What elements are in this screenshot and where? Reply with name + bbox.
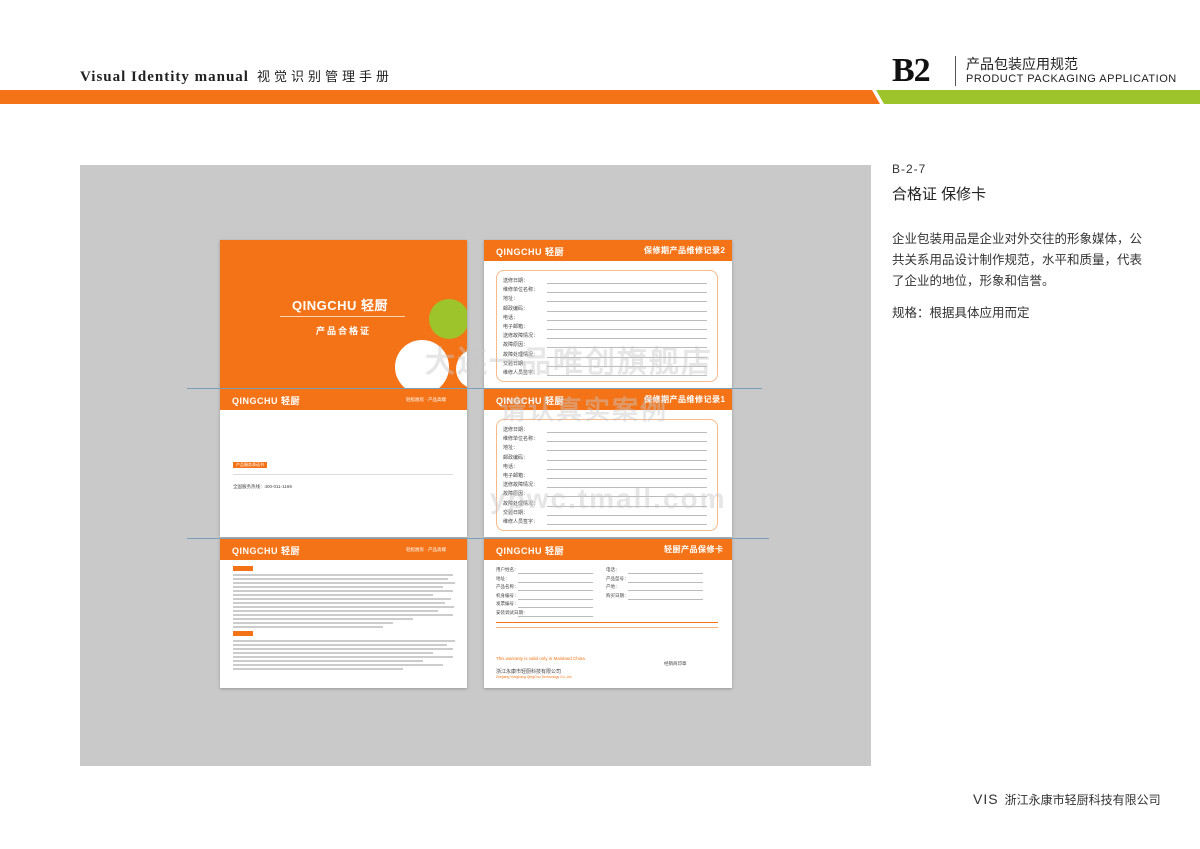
warranty-field-line <box>518 573 593 574</box>
terms-card-logo: QINGCHU 轻厨 <box>232 546 301 556</box>
manual-title: Visual Identity manual 视觉识别管理手册 <box>80 66 393 86</box>
record2-field-line <box>547 310 707 312</box>
page-code: B-2-7 <box>892 162 927 176</box>
footer-company: 浙江永康市轻厨科技有限公司 <box>1004 793 1161 807</box>
record1-field-label: 地址： <box>503 445 519 452</box>
warranty-field-line <box>628 598 703 600</box>
warranty-field-label: 发票编号： <box>496 601 519 606</box>
service-tag: 产品服务承诺书 <box>233 462 267 468</box>
record1-field-label: 维修人员签字： <box>503 519 539 525</box>
warranty-terms-card: QINGCHU 轻厨 轻松厨房 · 产品高端 <box>220 539 467 688</box>
warranty-orange-rule <box>496 622 718 623</box>
record2-field-label: 维修单位名称： <box>503 287 539 294</box>
warranty-field-line <box>628 590 703 591</box>
record1-field-line <box>547 459 707 461</box>
record1-field-label: 维修单位名称： <box>503 436 539 443</box>
certificate-middle-card: QINGCHU 轻厨 轻松厨房 · 产品高端 产品服务承诺书 全国服务热线：40… <box>220 389 467 537</box>
section-title-cn: 产品包装应用规范 <box>966 56 1078 72</box>
terms-text-lines <box>233 574 455 670</box>
record1-field-label: 送修日期： <box>503 427 529 433</box>
section-divider <box>955 56 956 86</box>
record2-field-label: 电子邮箱： <box>503 324 529 330</box>
watermark-line-3: ypwc.tmall.com <box>490 483 727 514</box>
warranty-field-label: 地址： <box>496 575 510 581</box>
warranty-orange-rule-2 <box>496 627 718 628</box>
record1-field-line <box>547 524 707 525</box>
warranty-card: QINGCHU 轻厨 轻厨产品保修卡 用户姓名： 地址： 产品名称： 机身编号： 发票编… <box>484 539 732 688</box>
record1-field-label: 电子邮箱： <box>503 473 529 479</box>
footer-vis: VIS <box>973 791 999 807</box>
manual-title-cn: 视觉识别管理手册 <box>256 69 393 84</box>
warranty-field-label: 电话： <box>606 567 620 572</box>
warranty-field-label: 产地： <box>606 584 620 589</box>
record2-logo: QINGCHU 轻厨 <box>496 247 565 257</box>
warranty-field-line <box>518 615 593 617</box>
middle-card-slogan: 轻松厨房 · 产品高端 <box>406 397 446 402</box>
record1-field-label: 邮政编码： <box>503 454 529 461</box>
page-spec: 规格：根据具体应用而定 <box>892 306 1030 320</box>
warranty-field-line <box>518 598 593 600</box>
section-title-en: PRODUCT PACKAGING APPLICATION <box>966 73 1177 85</box>
record1-field-line <box>547 468 707 470</box>
warranty-field-label: 购买日期： <box>606 592 629 598</box>
fold-line-2 <box>187 538 769 539</box>
warranty-company: 浙江永康市轻厨科技有限公司 <box>496 669 562 675</box>
record2-field-line <box>547 319 707 321</box>
service-hotline: 全国服务热线：400-011-1169 <box>233 484 292 489</box>
green-bar <box>876 90 1200 104</box>
middle-card-logo: QINGCHU 轻厨 <box>232 396 301 406</box>
watermark-line-1: 大连一品唯创旗舰店 <box>425 346 713 379</box>
warranty-field-line <box>628 573 703 574</box>
page-title: 合格证 保修卡 <box>892 186 987 203</box>
record2-field-line <box>547 283 707 284</box>
record2-title: 保修期产品维修记录2 <box>644 246 726 255</box>
warranty-field-line <box>628 581 703 583</box>
fold-line-1 <box>187 388 762 389</box>
record2-field-label: 邮政编码： <box>503 305 529 312</box>
header-color-bar <box>0 90 1200 104</box>
terms-card-slogan: 轻松厨房 · 产品高端 <box>406 547 446 552</box>
warranty-field-label: 机身编号： <box>496 592 519 598</box>
warranty-field-line <box>518 581 593 583</box>
warranty-field-line <box>518 590 593 591</box>
section-code: B2 <box>892 52 931 89</box>
record1-field-line <box>547 441 707 443</box>
warranty-field-line <box>518 607 593 608</box>
warranty-logo: QINGCHU 轻厨 <box>496 546 565 556</box>
record1-field-line <box>547 432 707 433</box>
warranty-field-label: 产品型号： <box>606 575 629 581</box>
middle-card-rule <box>233 474 453 475</box>
record2-field-line <box>547 301 707 303</box>
footer: VIS 浙江永康市轻厨科技有限公司 <box>973 791 1161 808</box>
record2-field-label: 送修日期： <box>503 278 529 284</box>
warranty-field-label: 产品名称： <box>496 584 519 589</box>
record2-field-label: 电话： <box>503 314 519 321</box>
record1-field-label: 电话： <box>503 463 519 470</box>
warranty-title: 轻厨产品保修卡 <box>664 545 724 554</box>
record1-field-line <box>547 478 707 479</box>
warranty-field-label: 用户姓名： <box>496 567 519 572</box>
page-description: 企业包装用品是企业对外交往的形象媒体，公共关系用品设计制作规范，水平和质量，代表… <box>892 232 1143 288</box>
orange-bar <box>0 90 880 104</box>
terms-tag <box>233 566 253 571</box>
watermark-line-2: 请认真实案例 <box>500 395 669 425</box>
record1-field-line <box>547 450 707 452</box>
record2-field-line <box>547 329 707 330</box>
record2-field-line <box>547 292 707 294</box>
record2-field-label: 地址： <box>503 296 519 303</box>
manual-title-en: Visual Identity manual <box>80 69 249 85</box>
stamp-label: 经销商印章 <box>664 661 687 666</box>
warranty-note: This warranty is valid only in Mainland … <box>496 656 585 661</box>
mockup-canvas: QINGCHU 轻厨 产品合格证 QINGCHU 轻厨 轻松厨房 · 产品高端 … <box>80 165 871 766</box>
warranty-company-en: Zhejiang Yongkang QingChu Technology Co.… <box>496 675 572 679</box>
